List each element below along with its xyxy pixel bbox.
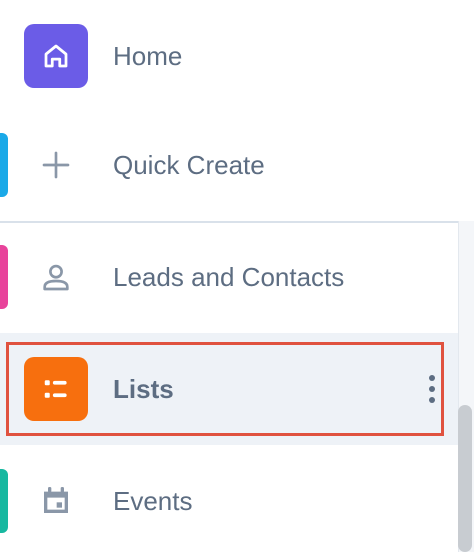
user-icon	[24, 245, 88, 309]
accent-bar	[0, 469, 8, 533]
selection-highlight	[6, 342, 444, 436]
nav-item-leads-and-contacts[interactable]: Leads and Contacts	[0, 221, 458, 333]
home-icon	[24, 24, 88, 88]
nav-item-label: Quick Create	[113, 150, 265, 180]
nav-item-label: Home	[113, 41, 183, 71]
plus-icon	[24, 133, 88, 197]
accent-bar	[0, 133, 8, 197]
nav-item-events[interactable]: Events	[0, 445, 458, 557]
nav-item-quick-create[interactable]: Quick Create	[0, 109, 458, 221]
nav-item-label: Leads and Contacts	[113, 262, 345, 292]
scrollbar-thumb[interactable]	[458, 405, 472, 552]
calendar-icon	[24, 469, 88, 533]
nav-item-home[interactable]: Home	[0, 0, 458, 112]
accent-bar	[0, 245, 8, 309]
nav-item-label: Events	[113, 486, 193, 516]
more-options-icon[interactable]	[424, 371, 440, 407]
